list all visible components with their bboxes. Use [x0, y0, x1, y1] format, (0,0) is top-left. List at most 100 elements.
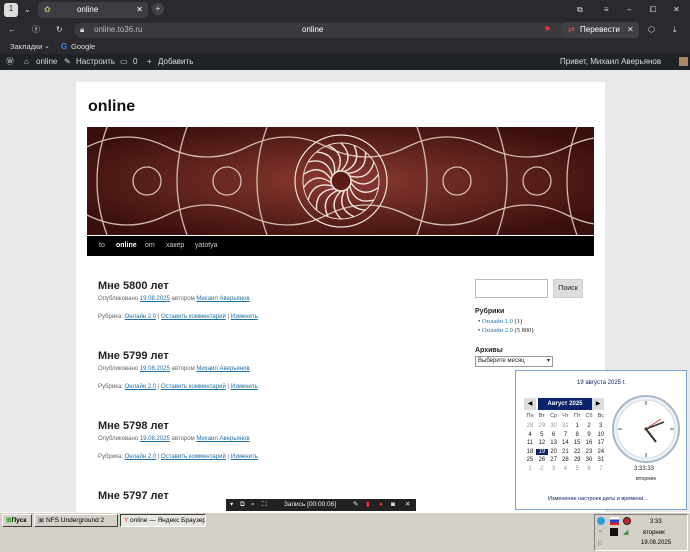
- extensions-icon[interactable]: ⬡: [648, 24, 655, 36]
- calendar-day[interactable]: 5: [536, 432, 548, 438]
- telegram-icon[interactable]: [597, 517, 605, 525]
- post-author-link[interactable]: Михаил Аверьянов: [196, 436, 249, 442]
- calendar-day[interactable]: 21: [559, 449, 571, 455]
- calendar-day[interactable]: 8: [571, 432, 583, 438]
- post-date-link[interactable]: 19.08.2025: [140, 296, 170, 302]
- post-title[interactable]: Мне 5798 лет: [98, 420, 169, 432]
- calendar-day[interactable]: 23: [583, 449, 595, 455]
- category-name[interactable]: Онлайн 1.0: [482, 318, 513, 325]
- calendar-day[interactable]: 31: [559, 423, 571, 429]
- wp-add-new[interactable]: Добавить: [158, 56, 193, 68]
- wp-greeting[interactable]: Привет, Михаил Аверьянов: [560, 56, 661, 68]
- calendar-day[interactable]: 29: [571, 457, 583, 463]
- translate-close-icon[interactable]: ✕: [627, 24, 634, 36]
- wordpress-icon[interactable]: Ⓦ: [6, 56, 14, 68]
- zoom-icon[interactable]: ⌕: [251, 499, 255, 511]
- category-item[interactable]: • Онлайн 2.0 (5 800): [478, 327, 534, 334]
- record-icon[interactable]: ●: [379, 499, 383, 511]
- site-title[interactable]: online: [88, 98, 135, 116]
- wp-site-link[interactable]: online: [36, 56, 57, 68]
- comment-link[interactable]: Оставить комментарий: [161, 314, 226, 320]
- calendar-day[interactable]: 15: [571, 440, 583, 446]
- calendar-day[interactable]: 30: [548, 423, 560, 429]
- app-tray-icon[interactable]: [610, 528, 618, 536]
- region-icon[interactable]: ⛶: [262, 499, 267, 511]
- language-ru-icon[interactable]: [610, 517, 619, 525]
- archives-select[interactable]: Выберите месяц ▾: [475, 356, 553, 367]
- menu-icon[interactable]: ≡: [604, 4, 609, 16]
- nav-item-online[interactable]: online: [116, 242, 137, 249]
- calendar-day[interactable]: 10: [595, 432, 607, 438]
- recorder-tray-icon[interactable]: [623, 517, 631, 525]
- calendar-day[interactable]: 19: [535, 448, 548, 455]
- calendar-day[interactable]: 7: [595, 466, 607, 472]
- close-tab-icon[interactable]: ✕: [136, 2, 143, 18]
- edit-link[interactable]: Изменить: [231, 454, 258, 460]
- nav-item-to[interactable]: to: [99, 242, 105, 249]
- post-author-link[interactable]: Михаил Аверьянов: [196, 296, 249, 302]
- translate-button[interactable]: ⇄ Перевести ✕: [563, 22, 639, 38]
- back-icon[interactable]: ←: [8, 24, 16, 36]
- restore-icon[interactable]: ⧠: [650, 4, 656, 16]
- calendar-day[interactable]: 29: [536, 423, 548, 429]
- start-button[interactable]: ⊞Пуск: [2, 514, 32, 527]
- calendar-day[interactable]: 25: [524, 457, 536, 463]
- minimize-icon[interactable]: –: [627, 4, 631, 16]
- calendar-day[interactable]: 9: [583, 432, 595, 438]
- calendar-day[interactable]: 27: [548, 457, 560, 463]
- search-input[interactable]: [475, 279, 548, 298]
- edit-link[interactable]: Изменить: [231, 314, 258, 320]
- tab-online[interactable]: ✿ online ✕: [38, 2, 148, 18]
- calendar-day[interactable]: 1: [524, 466, 536, 472]
- close-recorder-icon[interactable]: ✕: [405, 499, 410, 511]
- calendar-day[interactable]: 2: [536, 466, 548, 472]
- calendar-day[interactable]: 28: [559, 457, 571, 463]
- bookmark-icon[interactable]: ⚑: [544, 24, 551, 36]
- next-month-icon[interactable]: ▶: [592, 398, 604, 410]
- category-link[interactable]: Онлайн 2.0: [125, 314, 157, 320]
- category-link[interactable]: Онлайн 2.0: [125, 454, 157, 460]
- calendar-day[interactable]: 13: [548, 440, 560, 446]
- calendar-day[interactable]: 5: [571, 466, 583, 472]
- close-window-icon[interactable]: ✕: [673, 4, 680, 16]
- calendar-day[interactable]: 2: [583, 423, 595, 429]
- post-date-link[interactable]: 19.08.2025: [140, 366, 170, 372]
- calendar-day[interactable]: 11: [524, 440, 536, 446]
- calendar-day[interactable]: 6: [548, 432, 560, 438]
- calendar-day[interactable]: 16: [583, 440, 595, 446]
- tab-count-badge[interactable]: 1: [4, 3, 18, 17]
- tray-time[interactable]: 3:33: [650, 519, 662, 525]
- tray-date[interactable]: 19.08.2025: [641, 540, 671, 546]
- nav-item-hacker[interactable]: хакер: [166, 242, 184, 249]
- pause-icon[interactable]: ▮: [366, 499, 370, 511]
- calendar-day[interactable]: 28: [524, 423, 536, 429]
- wp-comments-count[interactable]: 0: [133, 56, 137, 68]
- calendar-day[interactable]: 7: [559, 432, 571, 438]
- calendar-day[interactable]: 3: [595, 423, 607, 429]
- network-icon[interactable]: ⇔: [597, 528, 604, 535]
- reload-icon[interactable]: ↻: [56, 24, 63, 36]
- pen-icon[interactable]: ✎: [353, 499, 358, 511]
- flag-icon[interactable]: ⚐: [597, 540, 603, 548]
- yandex-icon[interactable]: ⓨ: [32, 24, 40, 36]
- tabs-overview-icon[interactable]: ⧉: [577, 4, 583, 16]
- avatar[interactable]: [679, 57, 688, 66]
- prev-month-icon[interactable]: ◀: [524, 398, 536, 410]
- calendar-day[interactable]: 4: [524, 432, 536, 438]
- post-title[interactable]: Мне 5799 лет: [98, 350, 169, 362]
- post-title[interactable]: Мне 5797 лет: [98, 490, 169, 502]
- post-date-link[interactable]: 19.08.2025: [140, 436, 170, 442]
- calendar-day[interactable]: 31: [595, 457, 607, 463]
- menu-arrow-icon[interactable]: ▾: [230, 499, 233, 511]
- category-name[interactable]: Онлайн 2.0: [482, 327, 513, 334]
- clock-date-long[interactable]: 19 августа 2025 г.: [577, 380, 626, 386]
- category-link[interactable]: Онлайн 2.0: [125, 384, 157, 390]
- url-field[interactable]: 🔒︎ online.to36.ru online ⚑: [74, 23, 634, 38]
- camera-icon[interactable]: ◙: [391, 499, 395, 511]
- calendar-day[interactable]: 17: [595, 440, 607, 446]
- bookmark-google[interactable]: Google: [71, 41, 95, 53]
- post-author-link[interactable]: Михаил Аверьянов: [196, 366, 249, 372]
- search-button[interactable]: Поиск: [553, 279, 583, 298]
- date-time-settings-link[interactable]: Изменение настроек даты и времени...: [548, 496, 648, 502]
- new-tab-icon[interactable]: +: [152, 3, 164, 15]
